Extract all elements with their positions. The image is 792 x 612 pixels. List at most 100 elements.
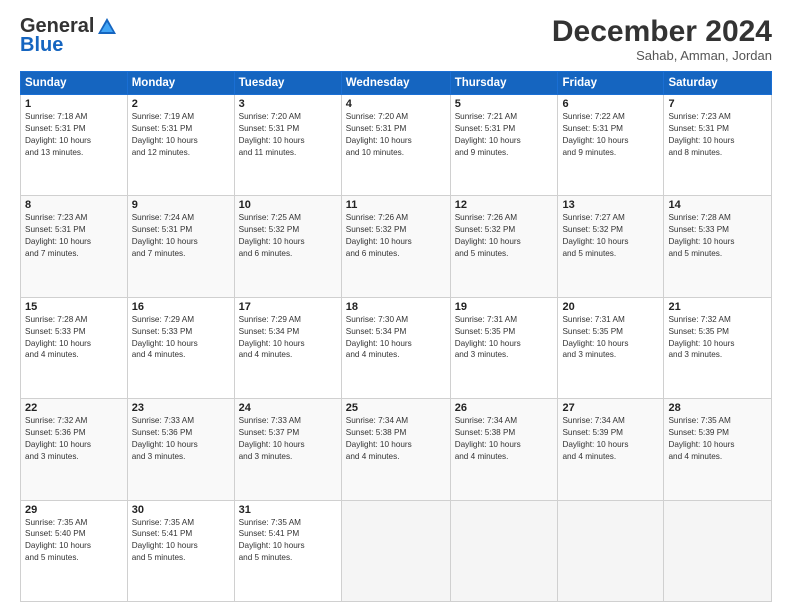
day-info: Sunrise: 7:25 AM Sunset: 5:32 PM Dayligh… [239, 212, 337, 260]
day-info: Sunrise: 7:35 AM Sunset: 5:39 PM Dayligh… [668, 415, 767, 463]
calendar-cell: 23Sunrise: 7:33 AM Sunset: 5:36 PM Dayli… [127, 399, 234, 500]
calendar-cell [664, 500, 772, 601]
day-number: 1 [25, 98, 123, 110]
calendar-cell: 1Sunrise: 7:18 AM Sunset: 5:31 PM Daylig… [21, 95, 128, 196]
day-number: 29 [25, 504, 123, 516]
calendar-cell: 16Sunrise: 7:29 AM Sunset: 5:33 PM Dayli… [127, 297, 234, 398]
day-number: 23 [132, 402, 230, 414]
calendar-cell: 5Sunrise: 7:21 AM Sunset: 5:31 PM Daylig… [450, 95, 558, 196]
day-info: Sunrise: 7:33 AM Sunset: 5:37 PM Dayligh… [239, 415, 337, 463]
calendar-cell: 14Sunrise: 7:28 AM Sunset: 5:33 PM Dayli… [664, 196, 772, 297]
day-info: Sunrise: 7:22 AM Sunset: 5:31 PM Dayligh… [562, 111, 659, 159]
calendar-cell: 10Sunrise: 7:25 AM Sunset: 5:32 PM Dayli… [234, 196, 341, 297]
calendar-cell: 27Sunrise: 7:34 AM Sunset: 5:39 PM Dayli… [558, 399, 664, 500]
day-number: 17 [239, 301, 337, 313]
col-header-sunday: Sunday [21, 72, 128, 95]
calendar-cell: 18Sunrise: 7:30 AM Sunset: 5:34 PM Dayli… [341, 297, 450, 398]
day-number: 5 [455, 98, 554, 110]
calendar-cell: 31Sunrise: 7:35 AM Sunset: 5:41 PM Dayli… [234, 500, 341, 601]
day-info: Sunrise: 7:28 AM Sunset: 5:33 PM Dayligh… [25, 314, 123, 362]
col-header-wednesday: Wednesday [341, 72, 450, 95]
day-number: 12 [455, 199, 554, 211]
day-info: Sunrise: 7:32 AM Sunset: 5:35 PM Dayligh… [668, 314, 767, 362]
day-info: Sunrise: 7:23 AM Sunset: 5:31 PM Dayligh… [25, 212, 123, 260]
calendar-cell: 15Sunrise: 7:28 AM Sunset: 5:33 PM Dayli… [21, 297, 128, 398]
day-info: Sunrise: 7:33 AM Sunset: 5:36 PM Dayligh… [132, 415, 230, 463]
day-info: Sunrise: 7:27 AM Sunset: 5:32 PM Dayligh… [562, 212, 659, 260]
day-info: Sunrise: 7:29 AM Sunset: 5:33 PM Dayligh… [132, 314, 230, 362]
day-number: 26 [455, 402, 554, 414]
location-subtitle: Sahab, Amman, Jordan [552, 48, 772, 63]
calendar-cell [558, 500, 664, 601]
day-number: 31 [239, 504, 337, 516]
calendar-cell: 17Sunrise: 7:29 AM Sunset: 5:34 PM Dayli… [234, 297, 341, 398]
day-number: 20 [562, 301, 659, 313]
day-info: Sunrise: 7:23 AM Sunset: 5:31 PM Dayligh… [668, 111, 767, 159]
page: General Blue December 2024 Sahab, Amman,… [0, 0, 792, 612]
calendar-cell: 30Sunrise: 7:35 AM Sunset: 5:41 PM Dayli… [127, 500, 234, 601]
calendar-cell: 22Sunrise: 7:32 AM Sunset: 5:36 PM Dayli… [21, 399, 128, 500]
day-info: Sunrise: 7:28 AM Sunset: 5:33 PM Dayligh… [668, 212, 767, 260]
day-number: 25 [346, 402, 446, 414]
day-number: 18 [346, 301, 446, 313]
day-number: 16 [132, 301, 230, 313]
day-info: Sunrise: 7:31 AM Sunset: 5:35 PM Dayligh… [455, 314, 554, 362]
day-info: Sunrise: 7:26 AM Sunset: 5:32 PM Dayligh… [346, 212, 446, 260]
day-info: Sunrise: 7:35 AM Sunset: 5:41 PM Dayligh… [239, 517, 337, 565]
day-info: Sunrise: 7:21 AM Sunset: 5:31 PM Dayligh… [455, 111, 554, 159]
day-info: Sunrise: 7:24 AM Sunset: 5:31 PM Dayligh… [132, 212, 230, 260]
day-info: Sunrise: 7:34 AM Sunset: 5:39 PM Dayligh… [562, 415, 659, 463]
day-info: Sunrise: 7:18 AM Sunset: 5:31 PM Dayligh… [25, 111, 123, 159]
day-info: Sunrise: 7:30 AM Sunset: 5:34 PM Dayligh… [346, 314, 446, 362]
day-number: 6 [562, 98, 659, 110]
month-title: December 2024 [552, 15, 772, 48]
calendar-cell: 26Sunrise: 7:34 AM Sunset: 5:38 PM Dayli… [450, 399, 558, 500]
day-info: Sunrise: 7:31 AM Sunset: 5:35 PM Dayligh… [562, 314, 659, 362]
day-number: 19 [455, 301, 554, 313]
day-info: Sunrise: 7:32 AM Sunset: 5:36 PM Dayligh… [25, 415, 123, 463]
day-number: 3 [239, 98, 337, 110]
day-info: Sunrise: 7:19 AM Sunset: 5:31 PM Dayligh… [132, 111, 230, 159]
calendar-cell [341, 500, 450, 601]
day-number: 2 [132, 98, 230, 110]
title-block: December 2024 Sahab, Amman, Jordan [552, 15, 772, 63]
col-header-saturday: Saturday [664, 72, 772, 95]
day-info: Sunrise: 7:20 AM Sunset: 5:31 PM Dayligh… [239, 111, 337, 159]
col-header-monday: Monday [127, 72, 234, 95]
logo-icon [96, 16, 118, 38]
logo-blue: Blue [20, 34, 63, 57]
day-number: 4 [346, 98, 446, 110]
day-number: 13 [562, 199, 659, 211]
calendar-table: SundayMondayTuesdayWednesdayThursdayFrid… [20, 71, 772, 602]
calendar-cell: 9Sunrise: 7:24 AM Sunset: 5:31 PM Daylig… [127, 196, 234, 297]
day-info: Sunrise: 7:35 AM Sunset: 5:40 PM Dayligh… [25, 517, 123, 565]
calendar-cell: 3Sunrise: 7:20 AM Sunset: 5:31 PM Daylig… [234, 95, 341, 196]
calendar-cell: 13Sunrise: 7:27 AM Sunset: 5:32 PM Dayli… [558, 196, 664, 297]
calendar-cell: 21Sunrise: 7:32 AM Sunset: 5:35 PM Dayli… [664, 297, 772, 398]
day-number: 7 [668, 98, 767, 110]
calendar-cell: 29Sunrise: 7:35 AM Sunset: 5:40 PM Dayli… [21, 500, 128, 601]
day-number: 9 [132, 199, 230, 211]
col-header-tuesday: Tuesday [234, 72, 341, 95]
day-info: Sunrise: 7:20 AM Sunset: 5:31 PM Dayligh… [346, 111, 446, 159]
calendar-cell: 20Sunrise: 7:31 AM Sunset: 5:35 PM Dayli… [558, 297, 664, 398]
calendar-cell: 8Sunrise: 7:23 AM Sunset: 5:31 PM Daylig… [21, 196, 128, 297]
col-header-thursday: Thursday [450, 72, 558, 95]
calendar-cell: 6Sunrise: 7:22 AM Sunset: 5:31 PM Daylig… [558, 95, 664, 196]
day-number: 24 [239, 402, 337, 414]
header: General Blue December 2024 Sahab, Amman,… [20, 15, 772, 63]
calendar-cell: 28Sunrise: 7:35 AM Sunset: 5:39 PM Dayli… [664, 399, 772, 500]
day-number: 22 [25, 402, 123, 414]
day-info: Sunrise: 7:35 AM Sunset: 5:41 PM Dayligh… [132, 517, 230, 565]
calendar-cell: 7Sunrise: 7:23 AM Sunset: 5:31 PM Daylig… [664, 95, 772, 196]
day-number: 30 [132, 504, 230, 516]
day-info: Sunrise: 7:34 AM Sunset: 5:38 PM Dayligh… [455, 415, 554, 463]
day-info: Sunrise: 7:29 AM Sunset: 5:34 PM Dayligh… [239, 314, 337, 362]
day-number: 14 [668, 199, 767, 211]
col-header-friday: Friday [558, 72, 664, 95]
calendar-cell: 4Sunrise: 7:20 AM Sunset: 5:31 PM Daylig… [341, 95, 450, 196]
calendar-cell: 2Sunrise: 7:19 AM Sunset: 5:31 PM Daylig… [127, 95, 234, 196]
day-number: 10 [239, 199, 337, 211]
day-number: 11 [346, 199, 446, 211]
day-number: 27 [562, 402, 659, 414]
